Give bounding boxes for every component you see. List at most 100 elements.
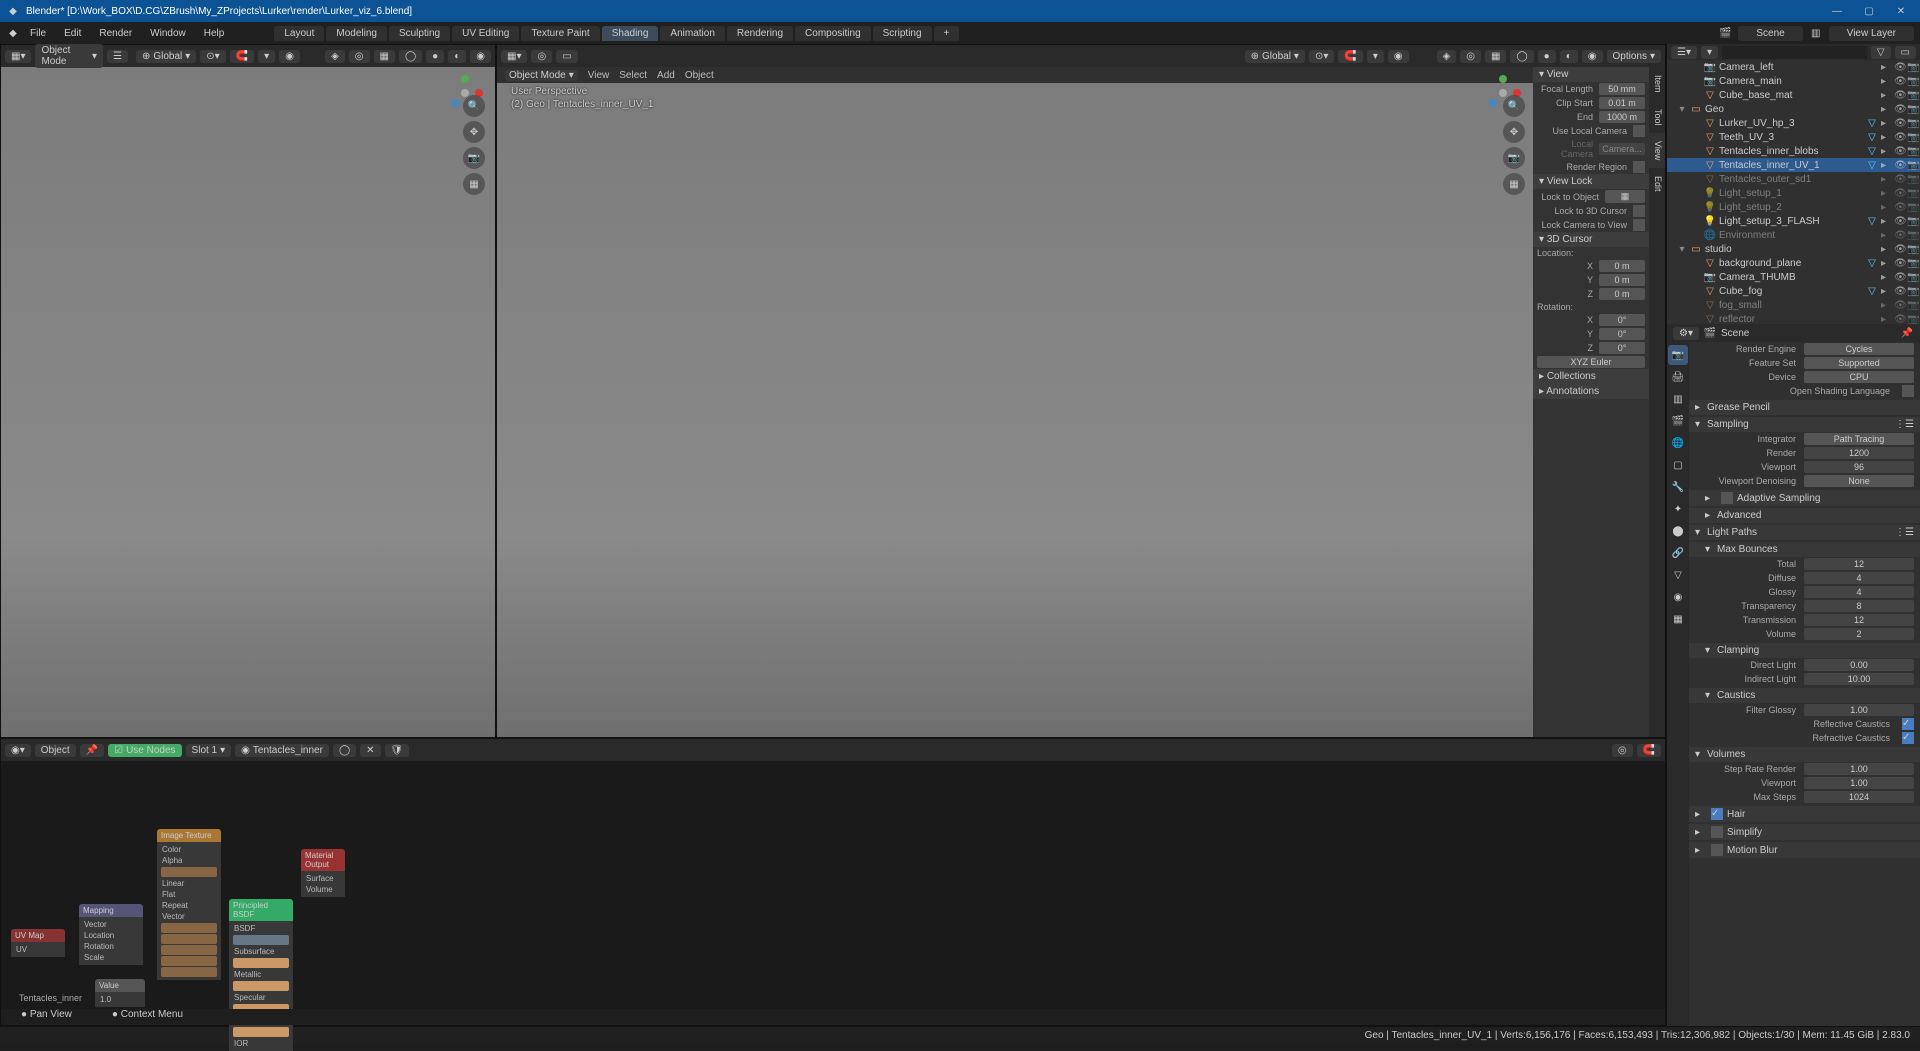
node-output[interactable]: Material OutputSurfaceVolume <box>301 849 345 897</box>
focal-length-field[interactable]: 50 mm <box>1599 83 1645 95</box>
render-visibility-icon[interactable]: 📷 <box>1907 146 1918 157</box>
material-unlink-icon[interactable]: ✕ <box>360 744 380 757</box>
restrict-select-icon[interactable]: ▸ <box>1881 146 1892 157</box>
window-close-button[interactable]: ✕ <box>1888 6 1914 17</box>
workspace-tab-modeling[interactable]: Modeling <box>326 26 387 41</box>
viewlayer-selector[interactable]: View Layer <box>1829 26 1914 41</box>
zoom-icon[interactable]: 🔍 <box>1503 95 1525 117</box>
object-mode[interactable]: Object <box>35 744 76 757</box>
snap-toggle[interactable]: 🧲 <box>1637 744 1661 757</box>
outliner-row[interactable]: ▾▭studio▸👁📷 <box>1667 242 1920 256</box>
glossy-bounces-field[interactable]: 4 <box>1804 586 1914 598</box>
visibility-eye-icon[interactable]: 👁 <box>1894 188 1905 199</box>
viewport-right-canvas[interactable] <box>497 67 1533 737</box>
perspective-icon[interactable]: ▦ <box>463 173 485 195</box>
restrict-select-icon[interactable]: ▸ <box>1881 188 1892 199</box>
lock-camera-check[interactable] <box>1633 219 1645 231</box>
physics-tab-icon[interactable]: ⬤ <box>1668 521 1688 541</box>
restrict-select-icon[interactable]: ▸ <box>1881 202 1892 213</box>
gizmo-toggle[interactable]: ◈ <box>325 50 345 63</box>
outliner-row[interactable]: ▽Tentacles_inner_UV_1▽▸👁📷 <box>1667 158 1920 172</box>
restrict-select-icon[interactable]: ▸ <box>1881 244 1892 255</box>
visibility-eye-icon[interactable]: 👁 <box>1894 160 1905 171</box>
npanel-collections-header[interactable]: ▸ Collections <box>1533 369 1649 384</box>
visibility-eye-icon[interactable]: 👁 <box>1894 286 1905 297</box>
max-bounces-section[interactable]: ▾Max Bounces <box>1689 542 1920 557</box>
mblur-check[interactable] <box>1711 844 1723 856</box>
node-principled[interactable]: Principled BSDFBSDFSubsurfaceMetallicSpe… <box>229 899 293 1051</box>
step-render-field[interactable]: 1.00 <box>1804 763 1914 775</box>
sampling-section[interactable]: ▾Sampling⋮☰ <box>1689 417 1920 432</box>
render-visibility-icon[interactable]: 📷 <box>1907 62 1918 73</box>
toolbar-icon[interactable]: ☰ <box>107 50 128 63</box>
render-visibility-icon[interactable]: 📷 <box>1907 230 1918 241</box>
outliner-row[interactable]: ▽Cube_base_mat▸👁📷 <box>1667 88 1920 102</box>
restrict-select-icon[interactable]: ▸ <box>1881 272 1892 283</box>
snap-toggle[interactable]: 🧲 <box>1338 50 1362 63</box>
indirect-clamp-field[interactable]: 10.00 <box>1804 673 1914 685</box>
visibility-eye-icon[interactable]: 👁 <box>1894 62 1905 73</box>
select-tool-icon[interactable]: ▭ <box>556 50 577 63</box>
overlay-toggle[interactable]: ◎ <box>1460 50 1481 63</box>
mode-selector[interactable]: Object Mode ▾ <box>35 44 103 68</box>
workspace-tab-animation[interactable]: Animation <box>660 26 724 41</box>
render-visibility-icon[interactable]: 📷 <box>1907 216 1918 227</box>
npanel-cursor-header[interactable]: ▾ 3D Cursor <box>1533 232 1649 247</box>
menu-file[interactable]: File <box>22 26 54 41</box>
particle-tab-icon[interactable]: ✦ <box>1668 499 1688 519</box>
workspace-tab-add[interactable]: + <box>934 26 960 41</box>
xray-toggle[interactable]: ▦ <box>374 50 395 63</box>
clip-start-field[interactable]: 0.01 m <box>1599 97 1645 109</box>
object-menu[interactable]: Object <box>685 70 714 81</box>
restrict-select-icon[interactable]: ▸ <box>1881 174 1892 185</box>
restrict-select-icon[interactable]: ▸ <box>1881 118 1892 129</box>
outliner-search[interactable] <box>1722 46 1867 59</box>
lock-3dcursor-check[interactable] <box>1633 205 1645 217</box>
npanel-tab-edit[interactable]: Edit <box>1649 168 1665 200</box>
expand-icon[interactable]: ▾ <box>1677 104 1687 115</box>
restrict-select-icon[interactable]: ▸ <box>1881 62 1892 73</box>
render-visibility-icon[interactable]: 📷 <box>1907 132 1918 143</box>
outliner-row[interactable]: ▽reflector▸👁📷 <box>1667 312 1920 324</box>
cursor-rx-field[interactable]: 0° <box>1599 314 1645 326</box>
integrator-select[interactable]: Path Tracing <box>1804 433 1914 445</box>
preset-icon[interactable]: ⋮☰ <box>1895 419 1914 430</box>
render-visibility-icon[interactable]: 📷 <box>1907 258 1918 269</box>
step-viewport-field[interactable]: 1.00 <box>1804 777 1914 789</box>
shading-solid[interactable]: ● <box>426 50 444 63</box>
slot-selector[interactable]: Slot 1 ▾ <box>186 744 232 757</box>
render-tab-icon[interactable]: 📷 <box>1668 345 1688 365</box>
restrict-select-icon[interactable]: ▸ <box>1881 258 1892 269</box>
object-tab-icon[interactable]: ▢ <box>1668 455 1688 475</box>
viewport-right[interactable]: ▦▾ ◎ ▭ ⊕ Global ▾ ⊙▾ 🧲 ▾ ◉ ◈ ◎ ▦ ◯ ● ◐ ◉… <box>496 44 1666 738</box>
node-value[interactable]: Value1.0 <box>95 979 145 1007</box>
cursor-x-field[interactable]: 0 m <box>1599 260 1645 272</box>
constraint-tab-icon[interactable]: 🔗 <box>1668 543 1688 563</box>
expand-icon[interactable]: ▾ <box>1677 244 1687 255</box>
view-menu[interactable]: View <box>588 70 610 81</box>
outliner-row[interactable]: ▽Teeth_UV_3▽▸👁📷 <box>1667 130 1920 144</box>
new-collection-icon[interactable]: ▭ <box>1895 46 1916 59</box>
outliner-row[interactable]: ▾▭Geo▸👁📷 <box>1667 102 1920 116</box>
add-menu[interactable]: Add <box>657 70 675 81</box>
render-region-check[interactable] <box>1633 161 1645 173</box>
menu-window[interactable]: Window <box>142 26 194 41</box>
render-visibility-icon[interactable]: 📷 <box>1907 300 1918 311</box>
pivot-selector[interactable]: ⊙▾ <box>200 50 225 63</box>
pan-icon[interactable]: ✥ <box>1503 121 1525 143</box>
viewport-left-canvas[interactable] <box>1 67 495 737</box>
refr-caustics-check[interactable]: ✓ <box>1902 732 1914 744</box>
camera-icon[interactable]: 📷 <box>1503 147 1525 169</box>
adaptive-check[interactable] <box>1721 492 1733 504</box>
scene-tab-icon[interactable]: 🎬 <box>1668 411 1688 431</box>
render-samples-field[interactable]: 1200 <box>1804 447 1914 459</box>
max-steps-field[interactable]: 1024 <box>1804 791 1914 803</box>
modifier-tab-icon[interactable]: 🔧 <box>1668 477 1688 497</box>
render-visibility-icon[interactable]: 📷 <box>1907 202 1918 213</box>
render-visibility-icon[interactable]: 📷 <box>1907 76 1918 87</box>
restrict-select-icon[interactable]: ▸ <box>1881 160 1892 171</box>
outliner-row[interactable]: 📷Camera_left▸👁📷 <box>1667 60 1920 74</box>
select-menu[interactable]: Select <box>619 70 647 81</box>
orientation-selector[interactable]: ⊕ Global ▾ <box>136 50 196 63</box>
visibility-eye-icon[interactable]: 👁 <box>1894 216 1905 227</box>
